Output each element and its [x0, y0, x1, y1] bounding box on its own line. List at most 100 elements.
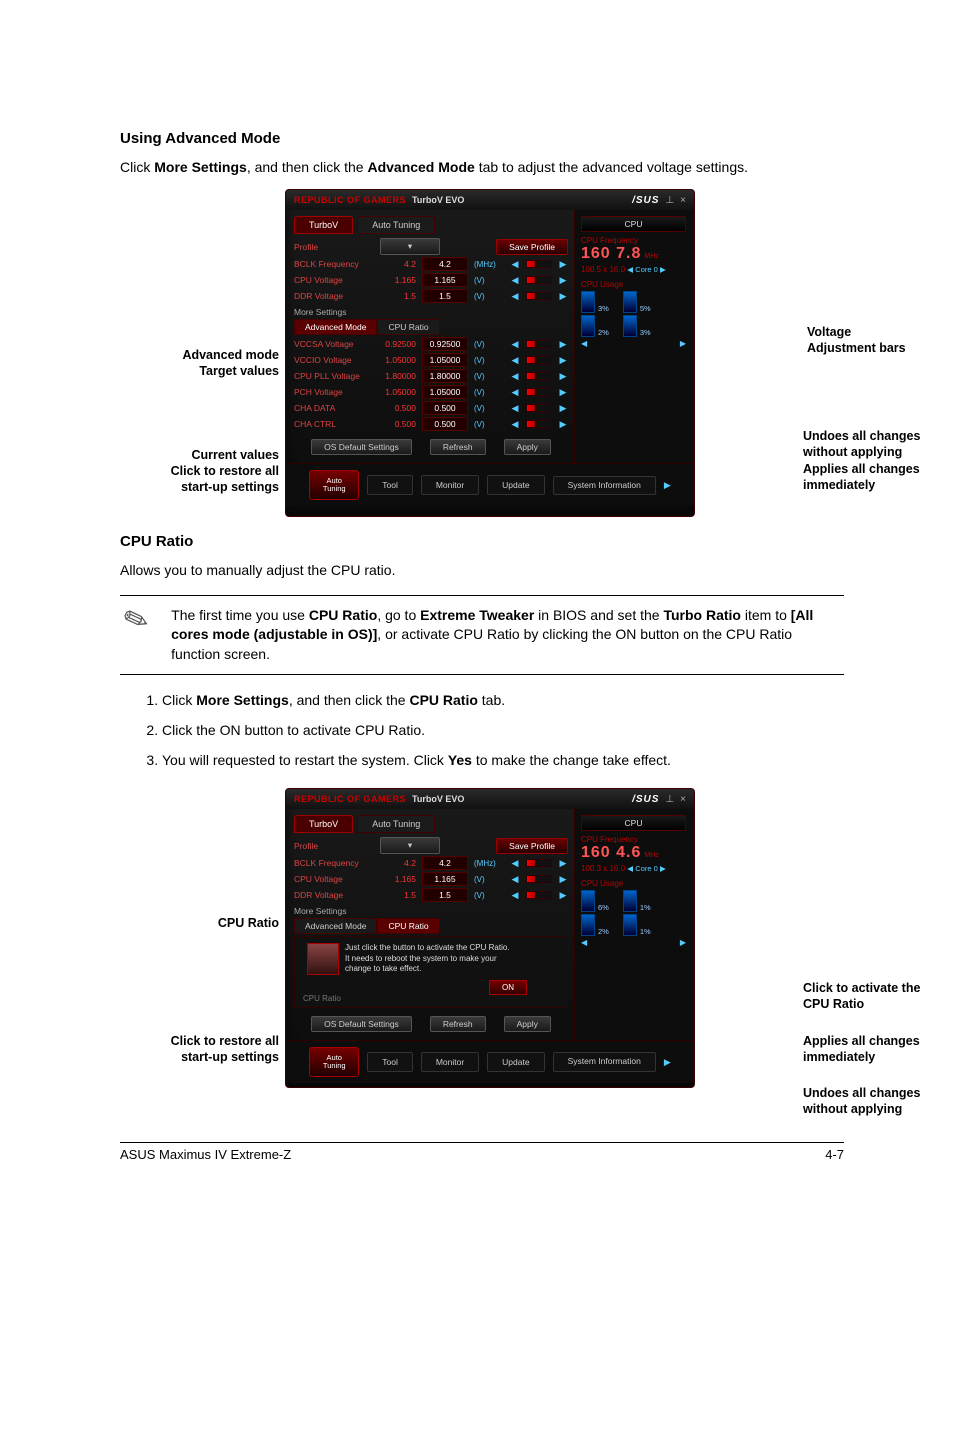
slider-left-icon[interactable]: ◀ [510, 259, 520, 270]
auto-tuning-button[interactable]: Auto Tuning [309, 470, 359, 500]
tab-turbov[interactable]: TurboV [294, 216, 353, 234]
slider-left-icon[interactable]: ◀ [510, 858, 520, 869]
adjust-slider[interactable] [526, 292, 552, 300]
row-target-input[interactable]: 1.165 [422, 872, 468, 886]
apply-button[interactable]: Apply [504, 439, 551, 455]
label-more-settings[interactable]: More Settings [294, 906, 568, 916]
slider-left-icon[interactable]: ◀ [510, 403, 520, 414]
subtab-advanced-mode[interactable]: Advanced Mode [294, 918, 377, 934]
profile-dropdown[interactable]: ▾ [380, 837, 440, 854]
tab-auto-tuning[interactable]: Auto Tuning [357, 216, 435, 234]
save-profile-button[interactable]: Save Profile [496, 239, 568, 255]
slider-left-icon[interactable]: ◀ [510, 387, 520, 398]
slider-left-icon[interactable]: ◀ [510, 339, 520, 350]
pin-icon[interactable]: ⊥ [665, 794, 674, 805]
row-target-input[interactable]: 0.500 [422, 401, 468, 415]
slider-right-icon[interactable]: ▶ [558, 259, 568, 270]
slider-left-icon[interactable]: ◀ [510, 275, 520, 286]
row-target-input[interactable]: 1.5 [422, 289, 468, 303]
slider-left-icon[interactable]: ◀ [510, 291, 520, 302]
adjust-slider[interactable] [526, 875, 552, 883]
cpu-freq-value: 160 7.8 [581, 245, 641, 262]
close-icon[interactable]: × [680, 794, 686, 805]
slider-left-icon[interactable]: ◀ [510, 890, 520, 901]
label-more-settings[interactable]: More Settings [294, 307, 568, 317]
footer-product: ASUS Maximus IV Extreme-Z [120, 1147, 291, 1162]
footer-nav-right[interactable]: ▶ [664, 480, 671, 491]
subtab-cpu-ratio[interactable]: CPU Ratio [377, 918, 439, 934]
slider-left-icon[interactable]: ◀ [510, 419, 520, 430]
slider-right-icon[interactable]: ▶ [558, 371, 568, 382]
slider-right-icon[interactable]: ▶ [558, 890, 568, 901]
cpu-section-button[interactable]: CPU [581, 815, 686, 831]
row-target-input[interactable]: 1.05000 [422, 385, 468, 399]
slider-right-icon[interactable]: ▶ [558, 275, 568, 286]
slider-right-icon[interactable]: ▶ [558, 419, 568, 430]
nav-system-information[interactable]: System Information [553, 1052, 656, 1071]
row-target-input[interactable]: 1.05000 [422, 353, 468, 367]
nav-monitor[interactable]: Monitor [421, 475, 479, 495]
core-nav-right[interactable]: ▶ [660, 864, 666, 873]
save-profile-button[interactable]: Save Profile [496, 838, 568, 854]
os-default-button[interactable]: OS Default Settings [311, 1016, 412, 1032]
usage-nav-right[interactable]: ▶ [680, 339, 686, 348]
adjust-slider[interactable] [526, 372, 552, 380]
adjust-slider[interactable] [526, 891, 552, 899]
core-nav-left[interactable]: ◀ [627, 864, 633, 873]
adjust-slider[interactable] [526, 859, 552, 867]
slider-left-icon[interactable]: ◀ [510, 371, 520, 382]
nav-update[interactable]: Update [487, 475, 544, 495]
core-nav-right[interactable]: ▶ [660, 265, 666, 274]
cpu-ratio-on-button[interactable]: ON [489, 980, 527, 995]
value-row: VCCSA Voltage 0.92500 0.92500 (V) ◀ ▶ [294, 337, 568, 351]
adjust-slider[interactable] [526, 420, 552, 428]
refresh-button[interactable]: Refresh [430, 439, 486, 455]
subtab-cpu-ratio[interactable]: CPU Ratio [377, 319, 439, 335]
auto-tuning-button[interactable]: Auto Tuning [309, 1047, 359, 1077]
pin-icon[interactable]: ⊥ [665, 195, 674, 206]
close-icon[interactable]: × [680, 195, 686, 206]
row-target-input[interactable]: 0.500 [422, 417, 468, 431]
adjust-slider[interactable] [526, 356, 552, 364]
cpu-section-button[interactable]: CPU [581, 216, 686, 232]
slider-right-icon[interactable]: ▶ [558, 339, 568, 350]
subtab-advanced-mode[interactable]: Advanced Mode [294, 319, 377, 335]
nav-system-information[interactable]: System Information [553, 476, 656, 495]
slider-right-icon[interactable]: ▶ [558, 355, 568, 366]
apply-button[interactable]: Apply [504, 1016, 551, 1032]
slider-right-icon[interactable]: ▶ [558, 291, 568, 302]
profile-dropdown[interactable]: ▾ [380, 238, 440, 255]
refresh-button[interactable]: Refresh [430, 1016, 486, 1032]
row-target-input[interactable]: 1.80000 [422, 369, 468, 383]
slider-right-icon[interactable]: ▶ [558, 874, 568, 885]
footer-nav-right[interactable]: ▶ [664, 1057, 671, 1068]
slider-left-icon[interactable]: ◀ [510, 874, 520, 885]
adjust-slider[interactable] [526, 340, 552, 348]
nav-monitor[interactable]: Monitor [421, 1052, 479, 1072]
value-row: CHA DATA 0.500 0.500 (V) ◀ ▶ [294, 401, 568, 415]
tab-auto-tuning[interactable]: Auto Tuning [357, 815, 435, 833]
slider-right-icon[interactable]: ▶ [558, 858, 568, 869]
adjust-slider[interactable] [526, 260, 552, 268]
row-target-input[interactable]: 4.2 [422, 257, 468, 271]
adjust-slider[interactable] [526, 404, 552, 412]
row-target-input[interactable]: 1.165 [422, 273, 468, 287]
nav-update[interactable]: Update [487, 1052, 544, 1072]
slider-right-icon[interactable]: ▶ [558, 403, 568, 414]
tab-turbov[interactable]: TurboV [294, 815, 353, 833]
slider-right-icon[interactable]: ▶ [558, 387, 568, 398]
usage-nav-left[interactable]: ◀ [581, 339, 587, 348]
usage-nav-left[interactable]: ◀ [581, 938, 587, 947]
slider-left-icon[interactable]: ◀ [510, 355, 520, 366]
row-target-input[interactable]: 4.2 [422, 856, 468, 870]
adjust-slider[interactable] [526, 388, 552, 396]
usage-nav-right[interactable]: ▶ [680, 938, 686, 947]
row-target-input[interactable]: 1.5 [422, 888, 468, 902]
row-target-input[interactable]: 0.92500 [422, 337, 468, 351]
nav-tool[interactable]: Tool [367, 475, 413, 495]
nav-tool[interactable]: Tool [367, 1052, 413, 1072]
core-nav-left[interactable]: ◀ [627, 265, 633, 274]
adjust-slider[interactable] [526, 276, 552, 284]
usage-pct: 3% [640, 328, 651, 337]
os-default-button[interactable]: OS Default Settings [311, 439, 412, 455]
